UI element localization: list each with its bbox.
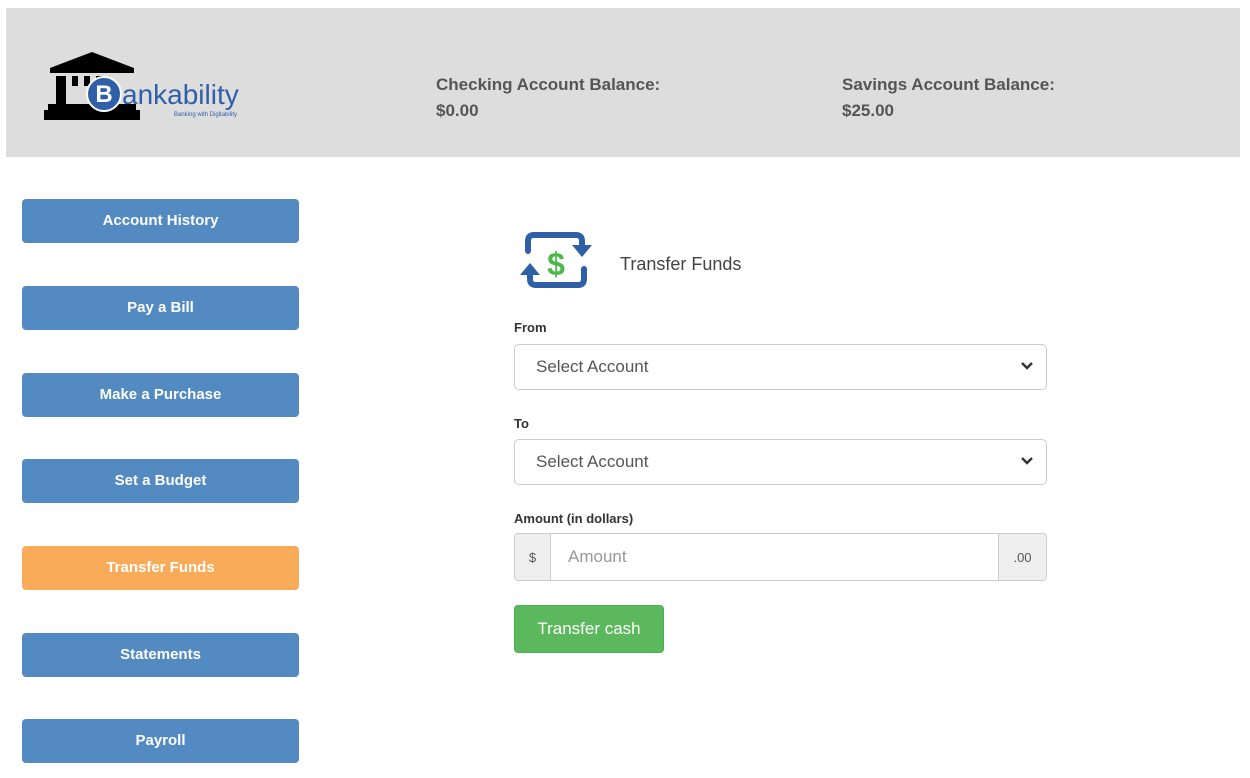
savings-balance-value: $25.00 <box>842 101 894 120</box>
checking-balance-label: Checking Account Balance: <box>436 75 661 94</box>
savings-balance-label: Savings Account Balance: <box>842 75 1055 94</box>
amount-label: Amount (in dollars) <box>514 511 634 526</box>
bankability-logo[interactable]: B ankability Banking with Digitability <box>44 46 244 128</box>
from-account-selected: Select Account <box>536 357 649 376</box>
sidebar-item-make-a-purchase[interactable]: Make a Purchase <box>22 373 299 417</box>
checking-balance-value: $0.00 <box>436 101 479 120</box>
sidebar-item-transfer-funds[interactable]: Transfer Funds <box>22 546 299 590</box>
sidebar-item-set-a-budget[interactable]: Set a Budget <box>22 459 299 503</box>
svg-text:Banking with Digitability: Banking with Digitability <box>174 112 237 118</box>
amount-input[interactable] <box>551 534 998 580</box>
to-account-select[interactable]: Select Account <box>514 439 1047 485</box>
chevron-down-icon <box>1021 457 1033 465</box>
currency-prefix: $ <box>515 534 551 580</box>
cents-suffix: .00 <box>998 534 1046 580</box>
transfer-money-icon: $ <box>520 232 592 288</box>
svg-text:$: $ <box>547 246 565 282</box>
sidebar-item-statements[interactable]: Statements <box>22 633 299 677</box>
sidebar-item-payroll[interactable]: Payroll <box>22 719 299 763</box>
form-header: $ Transfer Funds <box>514 225 914 295</box>
svg-text:B: B <box>95 81 112 108</box>
checking-balance: Checking Account Balance: $0.00 <box>436 72 660 124</box>
from-label: From <box>514 320 547 335</box>
to-account-selected: Select Account <box>536 452 649 471</box>
form-title: Transfer Funds <box>620 254 742 274</box>
header-bar: B ankability Banking with Digitability C… <box>6 8 1240 157</box>
to-label: To <box>514 416 529 431</box>
svg-text:ankability: ankability <box>122 79 239 110</box>
chevron-down-icon <box>1021 362 1033 370</box>
sidebar-item-pay-a-bill[interactable]: Pay a Bill <box>22 286 299 330</box>
from-account-select[interactable]: Select Account <box>514 344 1047 390</box>
bank-building-icon: B ankability Banking with Digitability <box>44 52 239 120</box>
transfer-cash-button[interactable]: Transfer cash <box>514 605 664 653</box>
savings-balance: Savings Account Balance: $25.00 <box>842 72 1055 124</box>
sidebar-item-account-history[interactable]: Account History <box>22 199 299 243</box>
amount-input-group: $ .00 <box>514 533 1047 581</box>
